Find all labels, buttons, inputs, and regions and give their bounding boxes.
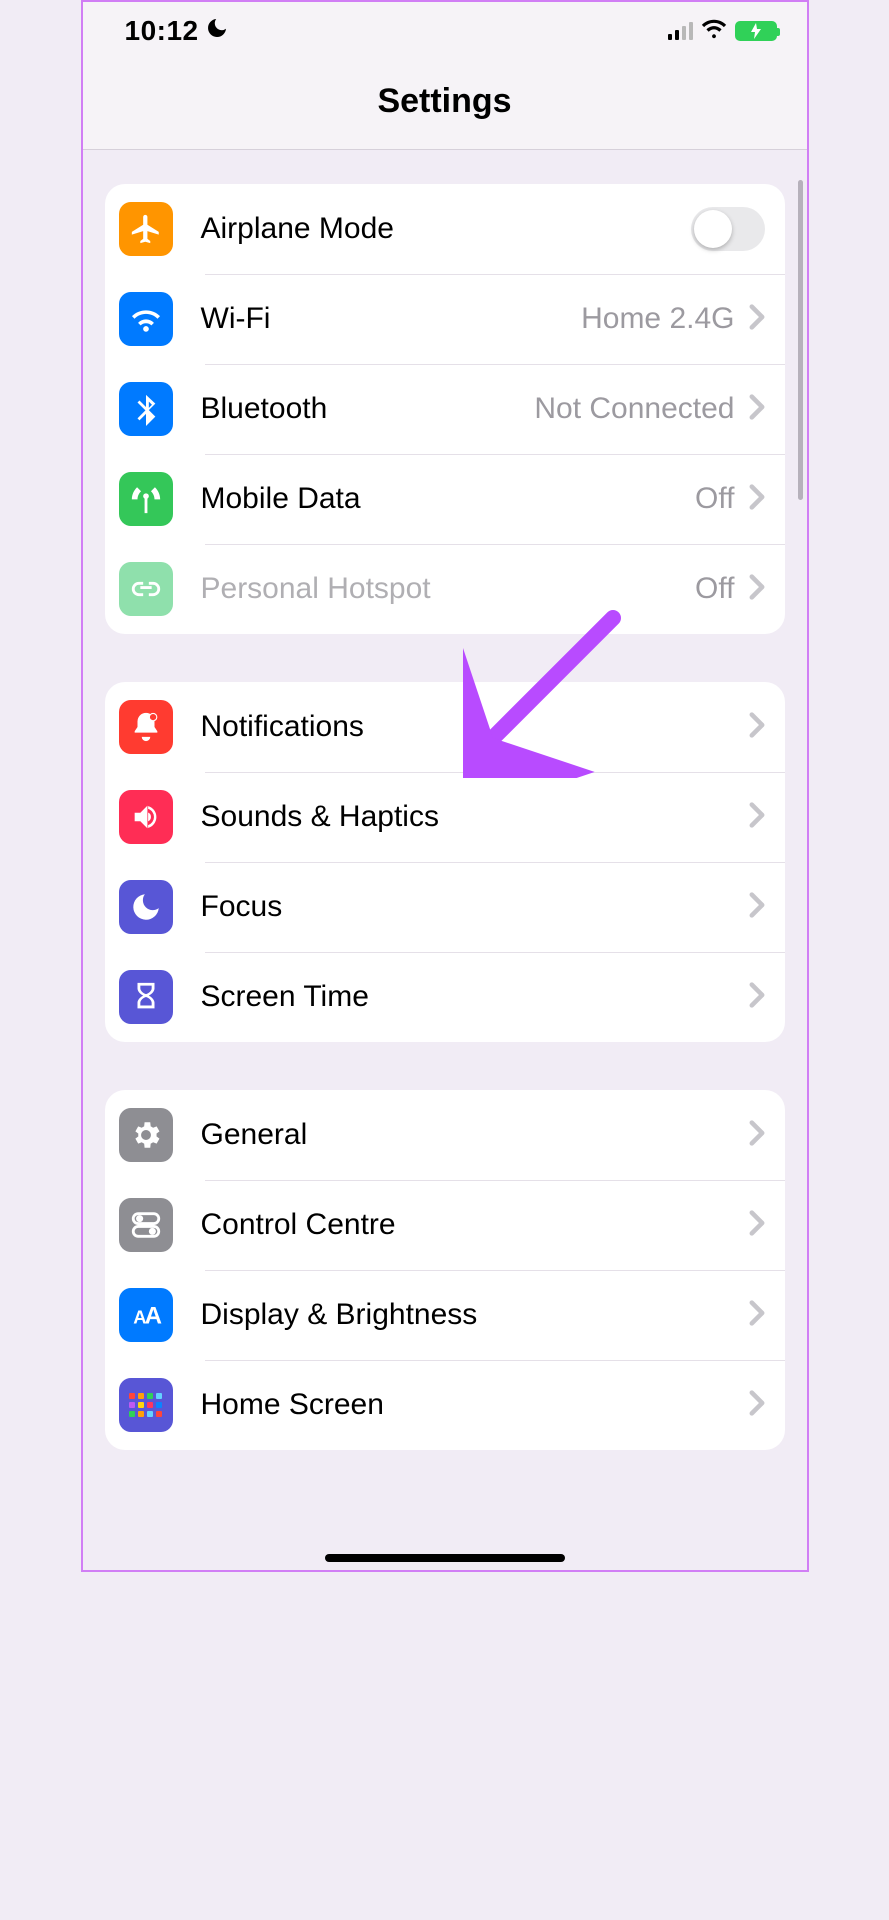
airplane-icon xyxy=(119,202,173,256)
row-personal-hotspot[interactable]: Personal Hotspot Off xyxy=(105,544,785,634)
row-label: Sounds & Haptics xyxy=(201,800,439,834)
settings-list: Airplane Mode Wi-Fi Home 2.4G Bluetooth … xyxy=(83,150,807,1450)
chevron-right-icon xyxy=(749,982,765,1013)
speaker-icon xyxy=(119,790,173,844)
row-label: Screen Time xyxy=(201,980,369,1014)
cellular-signal-icon xyxy=(668,22,693,40)
chevron-right-icon xyxy=(749,802,765,833)
hotspot-link-icon xyxy=(119,562,173,616)
row-value: Home 2.4G xyxy=(581,302,734,336)
row-wifi[interactable]: Wi-Fi Home 2.4G xyxy=(105,274,785,364)
row-label: Wi-Fi xyxy=(201,302,271,336)
row-label: Display & Brightness xyxy=(201,1298,478,1332)
home-indicator[interactable] xyxy=(325,1554,565,1562)
toggles-icon xyxy=(119,1198,173,1252)
row-label: Personal Hotspot xyxy=(201,572,431,606)
row-control-centre[interactable]: Control Centre xyxy=(105,1180,785,1270)
row-display-brightness[interactable]: AA Display & Brightness xyxy=(105,1270,785,1360)
scrollbar[interactable] xyxy=(798,180,803,500)
status-time: 10:12 xyxy=(125,15,199,47)
row-notifications[interactable]: Notifications xyxy=(105,682,785,772)
row-label: Focus xyxy=(201,890,283,924)
moon-icon xyxy=(119,880,173,934)
app-grid-icon xyxy=(119,1378,173,1432)
chevron-right-icon xyxy=(749,574,765,605)
page-title: Settings xyxy=(83,60,807,150)
chevron-right-icon xyxy=(749,304,765,335)
row-label: Airplane Mode xyxy=(201,212,394,246)
chevron-right-icon xyxy=(749,712,765,743)
row-label: Control Centre xyxy=(201,1208,396,1242)
chevron-right-icon xyxy=(749,1390,765,1421)
bluetooth-icon xyxy=(119,382,173,436)
settings-group-connectivity: Airplane Mode Wi-Fi Home 2.4G Bluetooth … xyxy=(105,184,785,634)
wifi-settings-icon xyxy=(119,292,173,346)
row-value: Off xyxy=(695,482,734,516)
settings-group-attention: Notifications Sounds & Haptics Focus S xyxy=(105,682,785,1042)
row-general[interactable]: General xyxy=(105,1090,785,1180)
row-bluetooth[interactable]: Bluetooth Not Connected xyxy=(105,364,785,454)
row-label: Mobile Data xyxy=(201,482,361,516)
antenna-icon xyxy=(119,472,173,526)
row-mobile-data[interactable]: Mobile Data Off xyxy=(105,454,785,544)
chevron-right-icon xyxy=(749,394,765,425)
row-home-screen[interactable]: Home Screen xyxy=(105,1360,785,1450)
chevron-right-icon xyxy=(749,1120,765,1151)
row-label: Notifications xyxy=(201,710,364,744)
chevron-right-icon xyxy=(749,1300,765,1331)
row-value: Not Connected xyxy=(534,392,734,426)
row-label: General xyxy=(201,1118,308,1152)
row-label: Home Screen xyxy=(201,1388,384,1422)
status-bar: 10:12 xyxy=(83,2,807,60)
row-label: Bluetooth xyxy=(201,392,328,426)
row-screen-time[interactable]: Screen Time xyxy=(105,952,785,1042)
gear-icon xyxy=(119,1108,173,1162)
svg-text:A: A xyxy=(144,1303,161,1330)
airplane-toggle[interactable] xyxy=(691,207,765,251)
row-value: Off xyxy=(695,572,734,606)
row-airplane-mode[interactable]: Airplane Mode xyxy=(105,184,785,274)
bell-icon xyxy=(119,700,173,754)
battery-charging-icon xyxy=(735,21,777,41)
dnd-moon-icon xyxy=(205,15,229,47)
settings-group-system: General Control Centre AA Display & Brig… xyxy=(105,1090,785,1450)
row-focus[interactable]: Focus xyxy=(105,862,785,952)
chevron-right-icon xyxy=(749,892,765,923)
hourglass-icon xyxy=(119,970,173,1024)
chevron-right-icon xyxy=(749,1210,765,1241)
wifi-icon xyxy=(701,19,727,44)
chevron-right-icon xyxy=(749,484,765,515)
text-size-icon: AA xyxy=(119,1288,173,1342)
row-sounds-haptics[interactable]: Sounds & Haptics xyxy=(105,772,785,862)
